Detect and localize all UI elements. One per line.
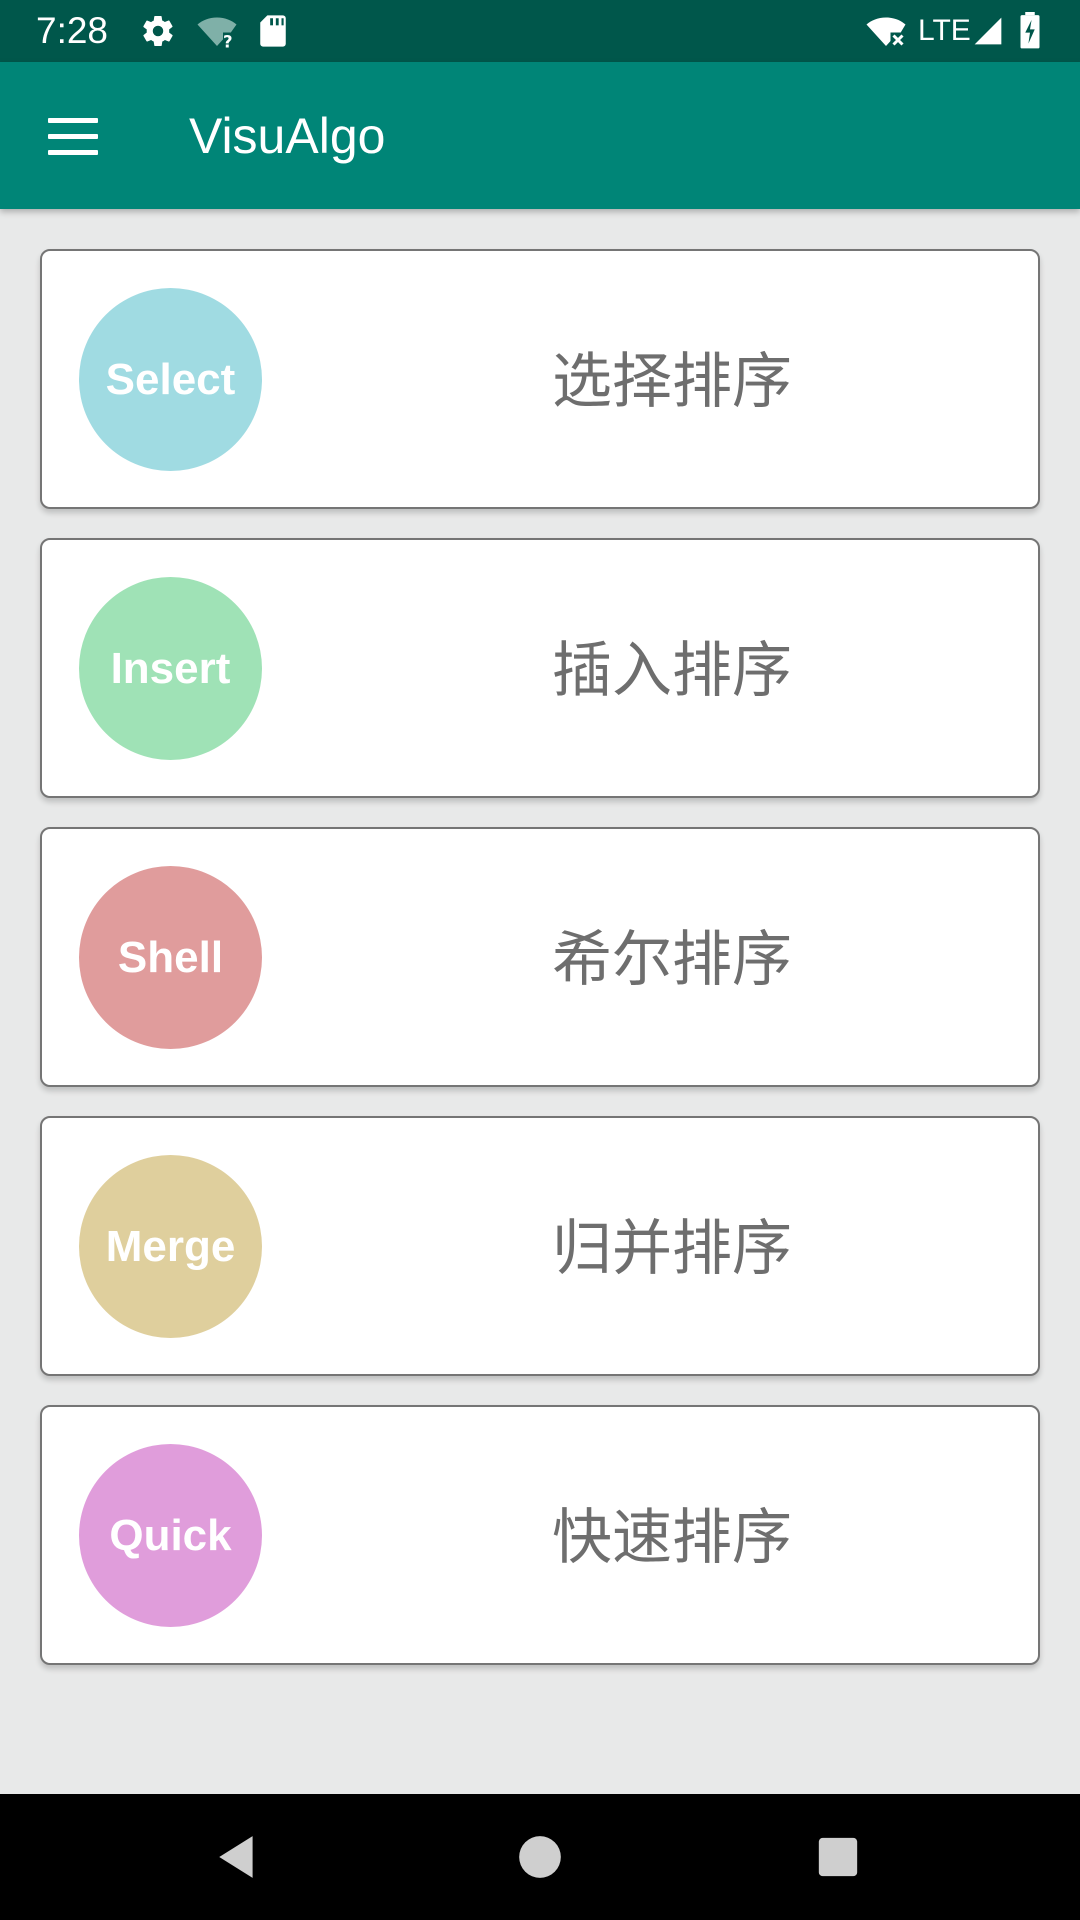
wifi-unknown-icon: ? (196, 12, 238, 50)
algorithm-badge: Insert (79, 577, 262, 760)
algorithm-card-select[interactable]: Select 选择排序 (40, 249, 1040, 509)
status-time: 7:28 (36, 10, 109, 51)
app-title: VisuAlgo (189, 108, 386, 164)
algorithm-card-insert[interactable]: Insert 插入排序 (40, 538, 1040, 798)
algorithm-label: 插入排序 (552, 636, 792, 706)
algorithm-card-quick[interactable]: Quick 快速排序 (40, 1405, 1040, 1665)
wifi-x-icon (864, 12, 908, 50)
algorithm-label: 归并排序 (552, 1214, 792, 1284)
app-bar: VisuAlgo (0, 62, 1080, 209)
algorithm-label: 选择排序 (552, 347, 792, 417)
home-icon[interactable] (505, 1824, 575, 1890)
settings-icon (140, 12, 176, 50)
status-bar: 7:28 ? LTE (0, 0, 1080, 62)
navigation-bar (0, 1794, 1080, 1920)
sd-card-icon (258, 12, 288, 50)
algorithm-label: 快速排序 (552, 1503, 792, 1573)
algorithm-badge: Select (79, 288, 262, 471)
algorithm-list: Select 选择排序 Insert 插入排序 Shell 希尔排序 Merge… (40, 249, 1040, 1694)
back-icon[interactable] (203, 1824, 273, 1890)
svg-text:?: ? (223, 33, 233, 50)
algorithm-badge: Shell (79, 866, 262, 1049)
recents-icon[interactable] (803, 1824, 873, 1890)
algorithm-card-shell[interactable]: Shell 希尔排序 (40, 827, 1040, 1087)
hamburger-menu-icon[interactable] (36, 106, 110, 166)
signal-icon (972, 12, 1004, 50)
algorithm-badge: Quick (79, 1444, 262, 1627)
network-type: LTE (918, 14, 971, 47)
algorithm-label: 希尔排序 (552, 925, 792, 995)
algorithm-card-merge[interactable]: Merge 归并排序 (40, 1116, 1040, 1376)
battery-charging-icon (1018, 12, 1042, 50)
algorithm-badge: Merge (79, 1155, 262, 1338)
